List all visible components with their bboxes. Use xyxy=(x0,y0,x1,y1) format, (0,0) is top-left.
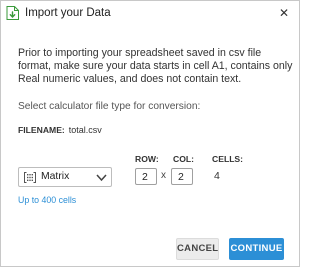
row-label: ROW: xyxy=(135,154,159,164)
chevron-down-icon xyxy=(96,174,107,182)
filename-value: total.csv xyxy=(68,125,102,135)
cells-label: CELLS: xyxy=(212,154,244,164)
col-label: COL: xyxy=(173,154,195,164)
row-input[interactable] xyxy=(135,168,157,185)
title-bar: Import your Data ✕ xyxy=(1,1,299,25)
col-input[interactable] xyxy=(171,168,193,185)
dialog-title: Import your Data xyxy=(25,7,111,19)
file-type-prompt: Select calculator file type for conversi… xyxy=(18,101,201,112)
file-type-selected: Matrix xyxy=(41,171,70,182)
matrix-icon xyxy=(24,172,36,183)
filename-label: FILENAME: xyxy=(18,125,65,135)
cell-limit-note: Up to 400 cells xyxy=(18,195,77,205)
import-dialog: Import your Data ✕ Prior to importing yo… xyxy=(0,0,300,267)
continue-button[interactable]: CONTINUE xyxy=(229,238,284,260)
file-type-dropdown[interactable]: Matrix xyxy=(18,167,112,187)
instructions-text: Prior to importing your spreadsheet save… xyxy=(18,47,293,85)
cancel-button[interactable]: CANCEL xyxy=(176,238,219,260)
close-button[interactable]: ✕ xyxy=(273,3,295,23)
filename-row: FILENAME: total.csv xyxy=(18,125,102,135)
times-sign: x xyxy=(161,170,166,181)
cells-value: 4 xyxy=(214,170,220,182)
file-import-icon xyxy=(6,6,19,20)
